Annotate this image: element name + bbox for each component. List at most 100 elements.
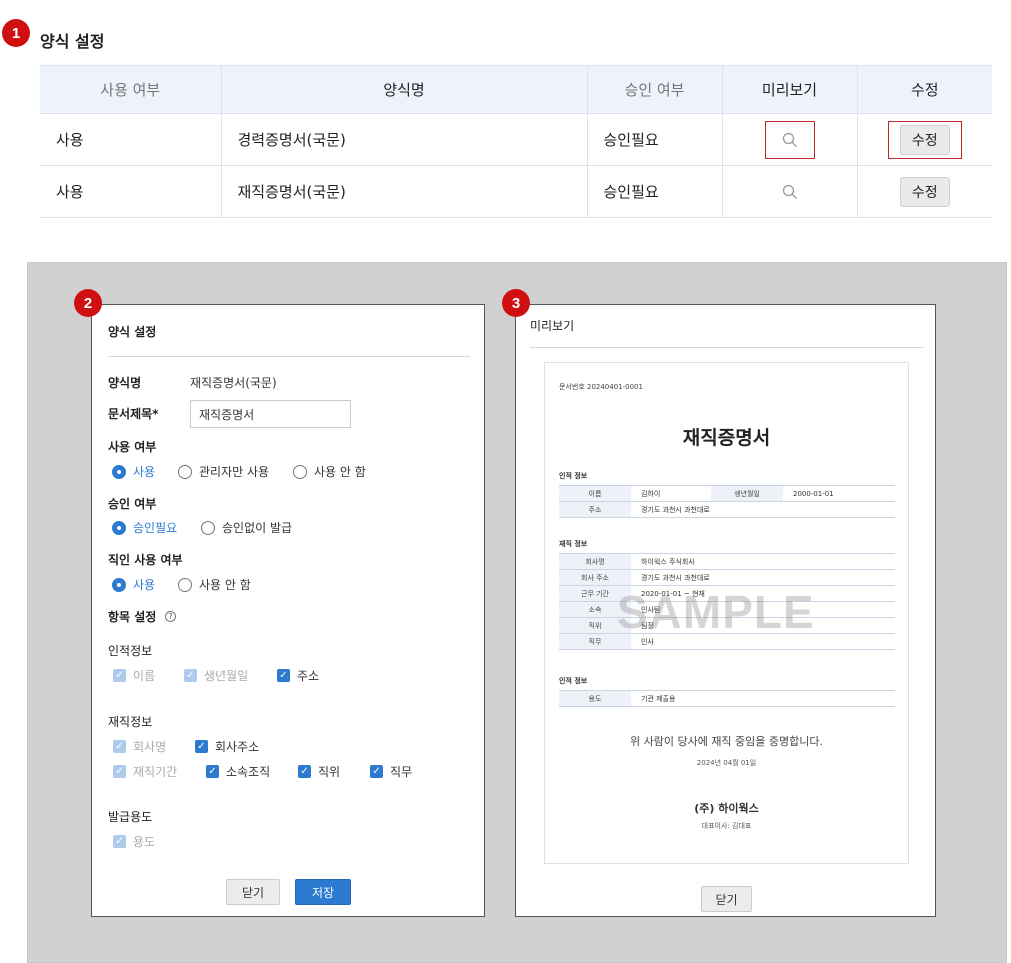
key-cell: 용도 [559,690,631,707]
form-list-table: 사용 여부 양식명 승인 여부 미리보기 수정 사용 경력증명서(국문) 승인필… [40,65,992,218]
key-cell: 생년월일 [711,485,783,502]
edit-button[interactable]: 수정 [899,124,950,155]
seal-radio-unused[interactable]: 사용 안 함 [178,576,251,593]
radio-icon [112,520,126,535]
radio-icon [201,520,215,535]
table-row: 회사명 하이웍스 주식회사 [559,553,895,570]
header-edit: 수정 [856,65,992,114]
cell-edit: 수정 [856,113,992,166]
employment-section-title: 재직 정보 [559,540,588,548]
key-cell: 회사명 [559,553,631,570]
divider [108,356,470,357]
check-employment-period: ✓ 재직기간 [113,763,177,780]
table-row: 회사 주소 경기도 과천시 과천대로 [559,569,895,586]
cell-approval: 승인필요 [586,165,722,218]
personal-info-label: 인적정보 [108,644,153,658]
radio-icon [178,577,192,592]
items-label: 항목 설정 [108,610,157,624]
check-address[interactable]: ✓ 주소 [277,667,319,684]
cell-preview [721,165,857,218]
radio-icon [178,464,192,479]
settings-dialog: 양식 설정 양식명 재직증명서(국문) 문서제목* 사용 여부 사용 관리자만 … [91,304,485,917]
section-title: 양식 설정 [40,32,105,51]
usage-radio-unused[interactable]: 사용 안 함 [293,463,366,480]
cell-usage: 사용 [40,165,221,218]
company-name: (주) 하이웍스 [694,802,759,815]
certificate-preview: 문서번호 20240401-0001 재직증명서 인적 정보 이름 김하이 생년… [544,362,909,864]
preview-button[interactable] [765,173,815,211]
usage-radio-use[interactable]: 사용 [112,463,155,480]
seal-radio-use[interactable]: 사용 [112,576,155,593]
settings-close-button[interactable]: 닫기 [226,879,280,905]
sample-watermark: SAMPLE [617,586,815,638]
key-cell: 주소 [559,501,631,518]
check-company-address[interactable]: ✓ 회사주소 [195,738,259,755]
form-name-value: 재직증명서(국문) [190,376,277,390]
example-panel: 양식 설정 양식명 재직증명서(국문) 문서제목* 사용 여부 사용 관리자만 … [27,262,1007,963]
check-icon: ✓ [206,765,219,778]
purpose-table: 용도 기관 제출용 [559,690,895,707]
approval-radio-required[interactable]: 승인필요 [112,519,177,536]
check-company-name: ✓ 회사명 [113,738,166,755]
check-position[interactable]: ✓ 직위 [298,763,340,780]
personal-info-table: 이름 김하이 생년월일 2000-01-01 주소 경기도 과천시 과천대로 [559,485,895,518]
edit-button-wrap: 수정 [888,173,962,211]
header-usage: 사용 여부 [40,65,221,114]
radio-icon [112,577,126,592]
approval-radio-none[interactable]: 승인없이 발급 [201,519,292,536]
doc-heading: 재직증명서 [682,427,771,449]
doc-title-input[interactable] [190,400,351,428]
preview-close-button[interactable]: 닫기 [701,886,752,912]
settings-dialog-title: 양식 설정 [108,325,157,339]
table-row: 이름 김하이 생년월일 2000-01-01 [559,485,895,502]
key-cell: 이름 [559,485,631,502]
check-icon: ✓ [277,669,290,682]
cell-usage: 사용 [40,113,221,166]
check-icon: ✓ [298,765,311,778]
step-badge-1: 1 [2,19,30,47]
check-icon: ✓ [113,835,126,848]
value-cell: 김하이 [631,485,711,502]
radio-icon [112,464,126,479]
cell-edit: 수정 [856,165,992,218]
doc-number: 문서번호 20240401-0001 [559,383,643,391]
header-approval: 승인 여부 [586,65,722,114]
purpose-section-title: 인적 정보 [559,677,588,685]
table-row: 용도 기관 제출용 [559,690,895,707]
employment-info-label: 재직정보 [108,715,153,729]
preview-button[interactable] [764,120,815,159]
value-cell: 경기도 과천시 과천대로 [631,501,895,518]
edit-button[interactable]: 수정 [899,176,950,207]
search-icon [782,132,797,147]
preview-dialog-title: 미리보기 [530,319,575,333]
cell-form-name: 재직증명서(국문) [220,165,587,218]
certify-text: 위 사람이 당사에 재직 중임을 증명합니다. [629,735,824,748]
edit-button-highlight: 수정 [887,120,962,159]
preview-dialog: 미리보기 문서번호 20240401-0001 재직증명서 인적 정보 이름 김… [515,304,936,917]
settings-save-button[interactable]: 저장 [295,879,351,905]
personal-section-title: 인적 정보 [559,472,588,480]
step-badge-3: 3 [502,289,530,317]
divider [530,347,923,348]
doc-title-label: 문서제목* [108,407,159,421]
check-icon: ✓ [113,765,126,778]
help-icon[interactable]: ? [165,611,176,622]
value-cell: 하이웍스 주식회사 [631,553,895,570]
check-department[interactable]: ✓ 소속조직 [206,763,270,780]
check-icon: ✓ [184,669,197,682]
usage-radio-admin-only[interactable]: 관리자만 사용 [178,463,269,480]
table-row: 사용 재직증명서(국문) 승인필요 수정 [40,165,992,218]
check-name: ✓ 이름 [113,667,155,684]
issue-date: 2024년 04월 01일 [696,759,757,767]
check-birth: ✓ 생년월일 [184,667,248,684]
cell-form-name: 경력증명서(국문) [220,113,587,166]
table-header-row: 사용 여부 양식명 승인 여부 미리보기 수정 [40,65,992,114]
usage-label: 사용 여부 [108,440,157,454]
table-row: 사용 경력증명서(국문) 승인필요 수정 [40,113,992,166]
check-purpose: ✓ 용도 [113,833,155,850]
table-row: 주소 경기도 과천시 과천대로 [559,501,895,518]
check-duty[interactable]: ✓ 직무 [370,763,412,780]
search-icon [782,184,797,199]
purpose-label: 발급용도 [108,810,153,824]
approval-label: 승인 여부 [108,497,157,511]
